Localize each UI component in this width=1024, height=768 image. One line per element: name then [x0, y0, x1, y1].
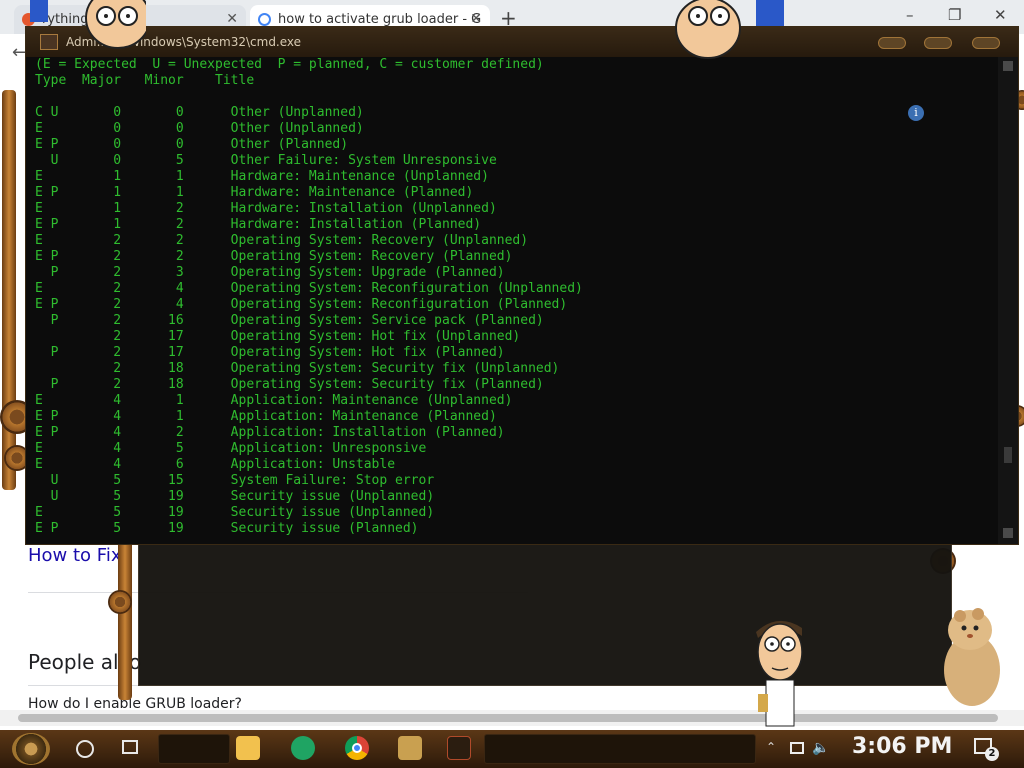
console-line: P 2 18 Operating System: Security fix (P…: [35, 377, 544, 392]
console-line: E 1 2 Hardware: Installation (Unplanned): [35, 201, 497, 216]
network-icon[interactable]: [790, 742, 804, 754]
tab-label: how to activate grub loader - G: [278, 12, 482, 27]
scroll-up-icon[interactable]: [1003, 61, 1013, 71]
cortana-search-icon[interactable]: [76, 740, 94, 758]
cartoon-character-decoration: [675, 0, 784, 59]
console-line: E 4 6 Application: Unstable: [35, 457, 396, 472]
console-line: U 5 15 System Failure: Stop error: [35, 473, 435, 488]
search-result-link[interactable]: How to Fix: [28, 545, 121, 566]
console-line: E P 2 4 Operating System: Reconfiguratio…: [35, 297, 568, 312]
gear-icon: [108, 590, 132, 614]
scroll-down-icon[interactable]: [1003, 528, 1013, 538]
console-line: 2 17 Operating System: Hot fix (Unplanne…: [35, 329, 521, 344]
console-line: C U 0 0 Other (Unplanned): [35, 105, 364, 120]
task-view-icon[interactable]: [122, 740, 138, 754]
cartoon-character-decoration: [756, 620, 803, 727]
console-line: E 2 4 Operating System: Reconfiguration …: [35, 281, 583, 296]
console-line: E 5 19 Security issue (Unplanned): [35, 505, 435, 520]
back-arrow-icon[interactable]: ←: [12, 42, 27, 63]
cartoon-character-decoration: [30, 0, 146, 49]
console-line: U 0 5 Other Failure: System Unresponsive: [35, 153, 497, 168]
console-scrollbar[interactable]: [998, 57, 1018, 544]
console-line: E P 0 0 Other (Planned): [35, 137, 349, 152]
restore-button[interactable]: ❐: [948, 6, 961, 24]
console-line: P 2 17 Operating System: Hot fix (Planne…: [35, 345, 505, 360]
cmd-close-button[interactable]: [972, 37, 1000, 49]
hamster-decoration: [944, 608, 1000, 706]
console-line: 2 18 Operating System: Security fix (Unp…: [35, 361, 560, 376]
start-button[interactable]: [12, 733, 50, 765]
cmd-minimize-button[interactable]: [878, 37, 906, 49]
command-prompt-window[interactable]: Admi... C:\Windows\System32\cmd.exe (E =…: [26, 27, 1018, 544]
console-output[interactable]: (E = Expected U = Unexpected P = planned…: [35, 57, 995, 543]
console-line: E 4 5 Application: Unresponsive: [35, 441, 427, 456]
close-button[interactable]: ✕: [994, 6, 1007, 24]
horizontal-scrollbar[interactable]: [0, 710, 1024, 726]
chrome-taskbar-icon[interactable]: [345, 736, 369, 760]
volume-muted-icon[interactable]: 🔈: [812, 740, 829, 756]
windows-taskbar: ⌃ 🔈 3:06 PM 2: [0, 730, 1024, 768]
google-favicon-icon: [258, 13, 271, 26]
taskbar-slot: [158, 734, 230, 764]
show-hidden-icons-icon[interactable]: ⌃: [766, 740, 776, 754]
console-line: Type Major Minor Title: [35, 73, 255, 88]
console-line: P 2 3 Operating System: Upgrade (Planned…: [35, 265, 505, 280]
console-line: (E = Expected U = Unexpected P = planned…: [35, 57, 544, 72]
cmd-maximize-button[interactable]: [924, 37, 952, 49]
google-sheets-taskbar-icon[interactable]: [291, 736, 315, 760]
notification-count-badge: 2: [985, 747, 999, 761]
console-line: E P 5 19 Security issue (Planned): [35, 521, 419, 536]
console-line: E 0 0 Other (Unplanned): [35, 121, 364, 136]
taskbar-slot: [484, 734, 756, 764]
minimize-button[interactable]: –: [906, 6, 914, 24]
console-line: E P 4 2 Application: Installation (Plann…: [35, 425, 505, 440]
file-explorer-taskbar-icon[interactable]: [236, 736, 260, 760]
console-line: E P 2 2 Operating System: Recovery (Plan…: [35, 249, 513, 264]
console-line: E P 4 1 Application: Maintenance (Planne…: [35, 409, 497, 424]
cmd-taskbar-icon[interactable]: [447, 736, 471, 760]
app-taskbar-icon[interactable]: [398, 736, 422, 760]
cmd-titlebar[interactable]: Admi... C:\Windows\System32\cmd.exe: [26, 27, 1018, 57]
info-icon: i: [908, 105, 924, 121]
console-line: U 5 19 Security issue (Unplanned): [35, 489, 435, 504]
taskbar-clock[interactable]: 3:06 PM: [852, 734, 952, 759]
console-line: E 2 2 Operating System: Recovery (Unplan…: [35, 233, 529, 248]
console-line: E 4 1 Application: Maintenance (Unplanne…: [35, 393, 513, 408]
pipe-decoration: [118, 540, 132, 700]
console-line: P 2 16 Operating System: Service pack (P…: [35, 313, 544, 328]
console-line: E 1 1 Hardware: Maintenance (Unplanned): [35, 169, 489, 184]
scrollbar-thumb[interactable]: [18, 714, 998, 722]
console-line: E P 1 2 Hardware: Installation (Planned): [35, 217, 482, 232]
console-line: E P 1 1 Hardware: Maintenance (Planned): [35, 185, 474, 200]
scrollbar-thumb[interactable]: [1004, 447, 1012, 463]
